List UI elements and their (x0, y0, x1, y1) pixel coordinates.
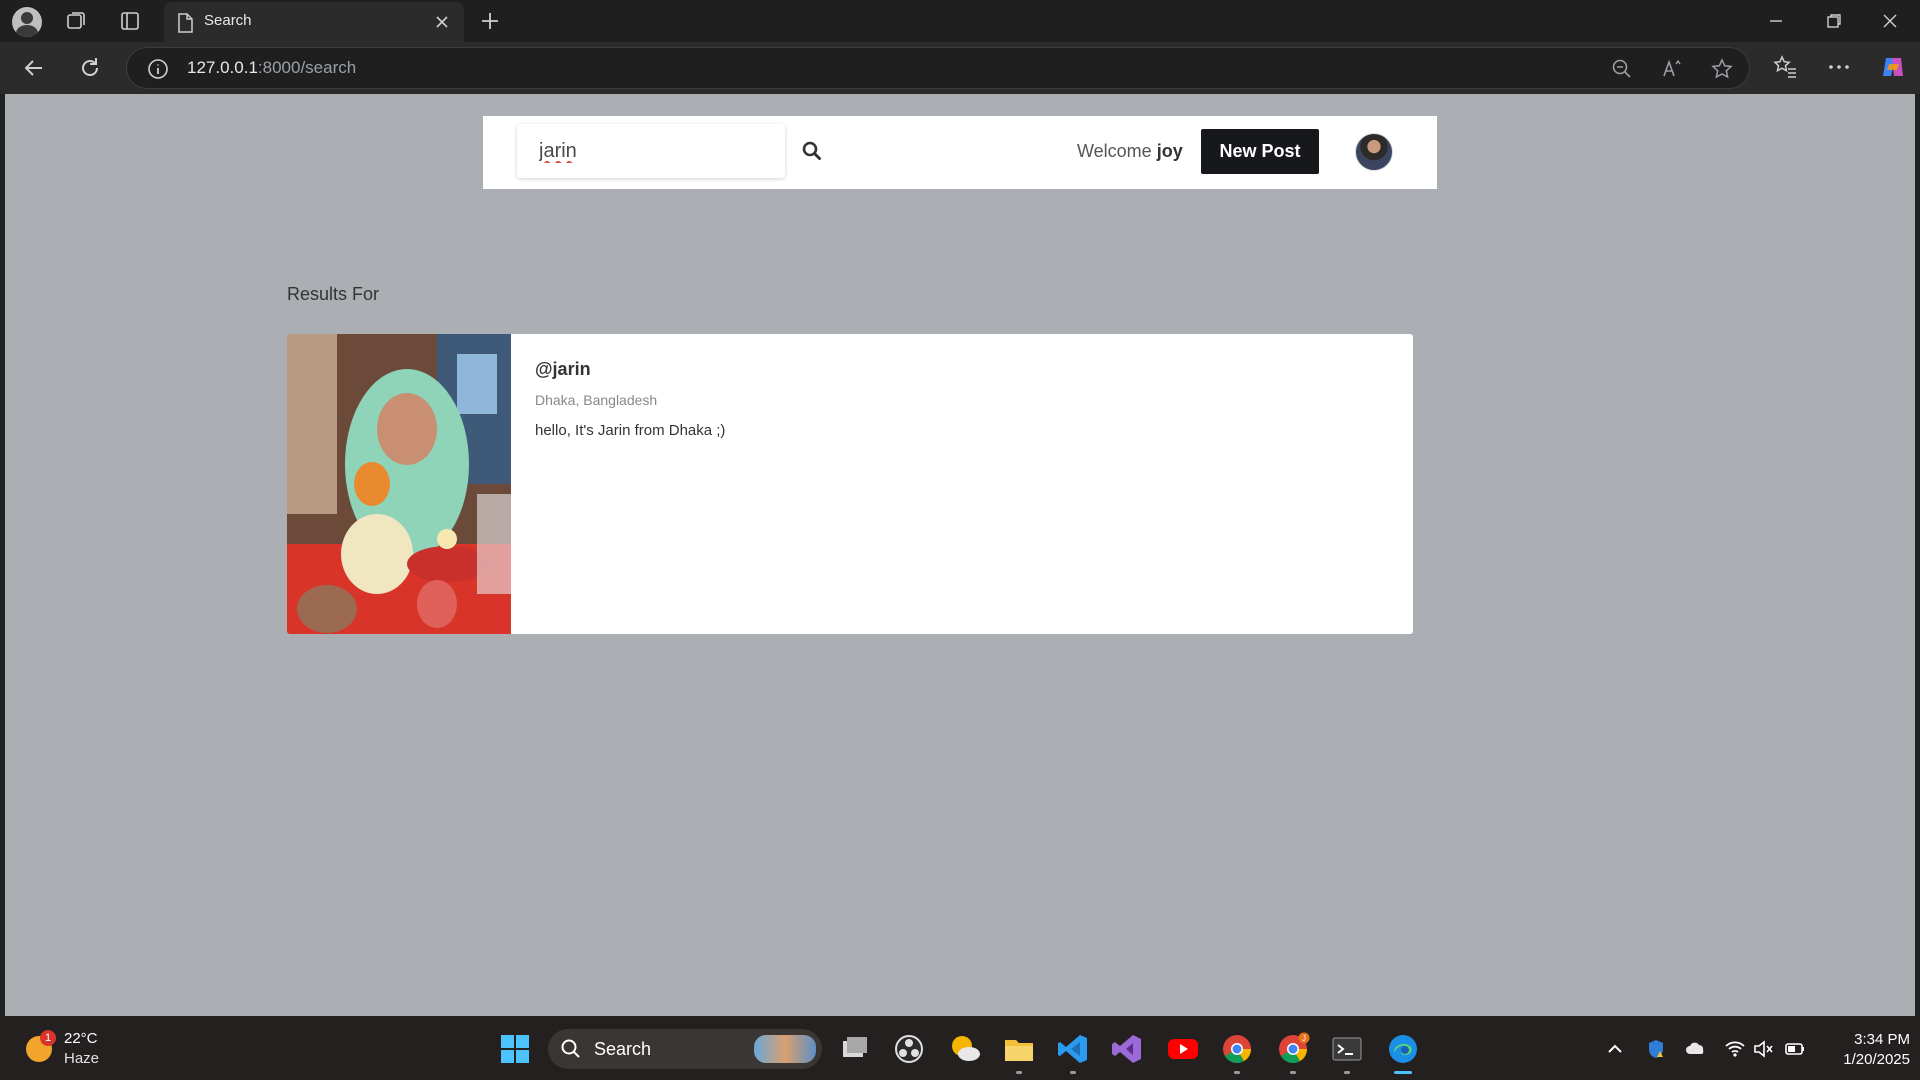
search-input[interactable] (517, 124, 785, 178)
address-bar[interactable]: 127.0.0.1:8000/search (126, 47, 1750, 89)
search-highlight-image (754, 1035, 816, 1063)
chrome-profile-icon[interactable]: J (1276, 1032, 1310, 1066)
read-aloud-icon[interactable] (1661, 58, 1683, 80)
tab-search[interactable]: Search (164, 2, 464, 42)
chrome-profile-badge: J (1302, 1034, 1306, 1043)
copilot-icon[interactable] (1880, 54, 1906, 80)
close-window-icon[interactable] (1878, 9, 1902, 33)
vscode-icon[interactable] (1056, 1032, 1090, 1066)
url-text: 127.0.0.1:8000/search (187, 58, 357, 77)
welcome-username: joy (1156, 141, 1183, 161)
tab-title: Search (204, 12, 252, 29)
task-view-icon[interactable] (838, 1032, 872, 1066)
taskbar-search-label: Search (594, 1039, 652, 1059)
windows-start-icon[interactable] (500, 1034, 530, 1064)
running-indicator (1016, 1071, 1022, 1074)
workspaces-icon[interactable] (64, 9, 88, 33)
running-indicator (1290, 1071, 1296, 1074)
result-card[interactable]: @jarin Dhaka, Bangladesh hello, It's Jar… (287, 334, 1413, 634)
page-viewport: Welcome joy New Post Results For (5, 94, 1915, 1016)
running-indicator (1344, 1071, 1350, 1074)
avatar[interactable] (1355, 133, 1393, 171)
profile-photo[interactable] (287, 334, 511, 634)
search-box (517, 124, 785, 178)
close-tab-icon[interactable] (432, 12, 452, 32)
favorites-icon[interactable] (1772, 54, 1798, 80)
result-username[interactable]: @jarin (535, 359, 591, 380)
weather-badge: 1 (40, 1030, 56, 1046)
new-tab-icon[interactable] (478, 9, 502, 33)
favorite-star-icon[interactable] (1711, 58, 1733, 80)
taskbar-search[interactable]: Search (548, 1029, 822, 1069)
vertical-tabs-icon[interactable] (118, 9, 142, 33)
browser-toolbar: 127.0.0.1:8000/search (0, 42, 1920, 94)
search-icon[interactable] (801, 140, 823, 162)
clock[interactable]: 3:34 PM 1/20/2025 (1820, 1030, 1910, 1070)
running-indicator (1070, 1071, 1076, 1074)
profile-photo-image (287, 334, 511, 634)
more-options-icon[interactable] (1826, 54, 1852, 80)
search-icon (561, 1039, 580, 1058)
document-icon (178, 13, 193, 33)
active-app-indicator (1394, 1071, 1412, 1074)
results-heading: Results For (287, 284, 380, 304)
result-location: Dhaka, Bangladesh (535, 392, 658, 408)
site-header: Welcome joy New Post (483, 116, 1437, 189)
refresh-icon[interactable] (76, 54, 104, 82)
minimize-icon[interactable] (1764, 9, 1788, 33)
back-icon[interactable] (20, 54, 48, 82)
clock-time: 3:34 PM (1854, 1031, 1910, 1048)
volume-muted-icon[interactable] (1752, 1038, 1774, 1060)
visual-studio-icon[interactable] (1110, 1032, 1144, 1066)
running-indicator (1234, 1071, 1240, 1074)
file-explorer-icon[interactable] (1002, 1032, 1036, 1066)
weather-condition: Haze (64, 1050, 100, 1067)
site-info-icon[interactable] (147, 58, 169, 80)
temperature: 22°C (64, 1030, 98, 1047)
result-bio: hello, It's Jarin from Dhaka ;) (535, 422, 726, 439)
weather-widget[interactable]: 1 22°C Haze (22, 1028, 132, 1072)
welcome-message: Welcome joy (1077, 141, 1183, 161)
zoom-out-icon[interactable] (1611, 58, 1633, 80)
browser-tab-strip: Search (0, 0, 1920, 42)
clock-date: 1/20/2025 (1843, 1051, 1910, 1068)
profile-icon[interactable] (12, 7, 42, 37)
new-post-button[interactable]: New Post (1201, 129, 1319, 174)
wifi-icon[interactable] (1724, 1038, 1746, 1060)
youtube-icon[interactable] (1166, 1032, 1200, 1066)
obs-icon[interactable] (892, 1032, 926, 1066)
onedrive-cloud-icon[interactable] (1685, 1038, 1707, 1060)
taskbar: 1 22°C Haze Search J 3:34 PM 1/20/2025 (0, 1016, 1920, 1080)
terminal-icon[interactable] (1330, 1032, 1364, 1066)
security-shield-icon[interactable] (1645, 1038, 1667, 1060)
chrome-icon[interactable] (1220, 1032, 1254, 1066)
battery-icon[interactable] (1784, 1038, 1806, 1060)
weather-app-icon[interactable] (948, 1032, 982, 1066)
chevron-up-icon[interactable] (1604, 1038, 1626, 1060)
restore-icon[interactable] (1822, 9, 1846, 33)
edge-icon[interactable] (1386, 1032, 1420, 1066)
